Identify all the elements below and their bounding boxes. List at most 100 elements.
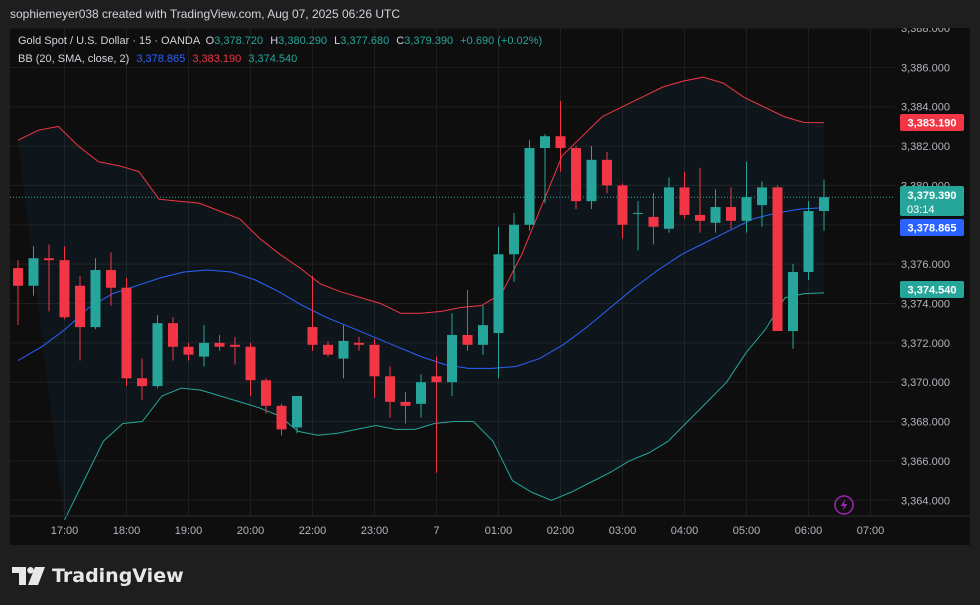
candle-body (385, 376, 395, 402)
legend-bb-upper: 3,383.190 (192, 53, 241, 65)
candle-body (44, 258, 54, 261)
candle-body (261, 380, 271, 406)
x-tick-label: 18:00 (113, 525, 141, 537)
time-axis: 17:00 18:00 19:00 20:00 22:00 23:00 7 01:00 02:0… (10, 515, 970, 537)
candle-body (183, 346, 194, 355)
candle-body (168, 323, 178, 347)
legend-bb-label: BB (20, SMA, close, 2) (18, 53, 129, 65)
candle-body (338, 340, 349, 359)
y-tick-label: 3,388.000 (901, 28, 950, 35)
candle-body (416, 382, 426, 404)
lightning-icon[interactable] (834, 495, 854, 515)
candle-body (214, 342, 225, 347)
candlestick-chart[interactable]: 3,364.000 3,366.000 3,368.000 3,370.000 3,37… (10, 28, 970, 545)
candle-body (323, 344, 333, 355)
candle-body (199, 342, 209, 357)
candle-body (400, 401, 411, 406)
candle-body (757, 187, 767, 206)
candle-body (307, 327, 318, 345)
tradingview-logo[interactable]: TradingView (12, 565, 184, 587)
candle-body (447, 334, 457, 383)
x-tick-label: 04:00 (671, 525, 699, 537)
legend-o-value: 3,378.720 (214, 35, 263, 47)
candle-body (462, 334, 473, 345)
candle-body (137, 378, 147, 387)
chart-panel[interactable]: 3,364.000 3,366.000 3,368.000 3,370.000 3,37… (10, 28, 970, 545)
legend-h-label: H (270, 35, 278, 47)
y-tick-label: 3,368.000 (901, 417, 950, 429)
candle-body (369, 344, 380, 377)
svg-text:Gold Spot / U.S. Dollar · 15 ·: Gold Spot / U.S. Dollar · 15 · OANDA O3,… (18, 35, 542, 47)
candle-body (664, 187, 674, 229)
x-tick-label: 02:00 (547, 525, 575, 537)
svg-text:BB (20, SMA, close, 2): BB (20, SMA, close, 2) 3,378.865 3,383.1… (18, 53, 297, 65)
candle-body (245, 346, 256, 381)
candle-body (276, 405, 287, 430)
candle-body (121, 287, 132, 379)
candle-body (571, 148, 581, 202)
candle-body (819, 197, 829, 211)
candle (276, 403, 287, 436)
candle-body (726, 207, 736, 221)
price-tag-upper: 3,383.190 (900, 114, 964, 131)
candle-body (478, 325, 488, 345)
candle-body (292, 395, 302, 428)
candle-body (540, 136, 550, 149)
candle-body (602, 159, 612, 186)
candle-body (555, 136, 566, 149)
candle-body (152, 323, 163, 387)
price-tag-lower: 3,374.540 (900, 281, 964, 298)
x-tick-label: 06:00 (795, 525, 823, 537)
legend-c-label: C (396, 35, 404, 47)
legend-h-value: 3,380.290 (278, 35, 327, 47)
legend-c-value: 3,379.390 (404, 35, 453, 47)
candle-body (803, 211, 814, 272)
candle (152, 315, 163, 389)
candle-body (431, 376, 442, 383)
candle-body (586, 159, 597, 202)
legend-bb-lower: 3,374.540 (248, 53, 297, 65)
x-tick-label: 17:00 (51, 525, 79, 537)
candle (803, 201, 814, 280)
candle-body (524, 148, 535, 225)
price-tag-lower-text: 3,374.540 (908, 285, 957, 297)
price-tag-countdown: 03:14 (907, 204, 935, 216)
header-bar: sophiemeyer038 created with TradingView.… (0, 0, 980, 28)
y-tick-label: 3,376.000 (901, 259, 950, 271)
candle-body (75, 285, 85, 328)
candle (524, 140, 535, 231)
y-tick-label: 3,370.000 (901, 377, 950, 389)
x-tick-label: 05:00 (733, 525, 761, 537)
y-tick-label: 3,364.000 (901, 495, 950, 507)
price-tag-close-text: 3,379.390 (908, 190, 957, 202)
candle-body (106, 270, 116, 288)
candle-body (90, 270, 101, 328)
x-tick-label: 20:00 (237, 525, 265, 537)
candle-body (617, 185, 628, 225)
tradingview-brand: TradingView (52, 565, 184, 587)
legend-l-value: 3,377.680 (340, 35, 389, 47)
candle (788, 264, 798, 349)
y-tick-label: 3,382.000 (901, 141, 950, 153)
candle (571, 146, 581, 210)
x-tick-label: 22:00 (299, 525, 327, 537)
candle (772, 185, 783, 332)
chart-caption: sophiemeyer038 created with TradingView.… (10, 7, 401, 21)
price-tag-upper-text: 3,383.190 (908, 118, 957, 130)
legend: Gold Spot / U.S. Dollar · 15 · OANDA O3,… (18, 35, 542, 65)
x-tick-label: 01:00 (485, 525, 513, 537)
candle-body (679, 187, 690, 215)
candle-body (772, 187, 783, 332)
candle-body (509, 224, 519, 255)
bb-band-fill (18, 77, 824, 520)
candle (121, 277, 132, 387)
x-tick-label: 23:00 (361, 525, 389, 537)
candle-body (230, 344, 240, 347)
price-tag-basis-text: 3,378.865 (908, 223, 957, 235)
price-tag-basis: 3,378.865 (900, 219, 964, 236)
candle-body (28, 258, 39, 286)
x-tick-label: 03:00 (609, 525, 637, 537)
candle-body (59, 260, 70, 318)
y-tick-label: 3,384.000 (901, 102, 950, 114)
x-tick-label: 19:00 (175, 525, 203, 537)
